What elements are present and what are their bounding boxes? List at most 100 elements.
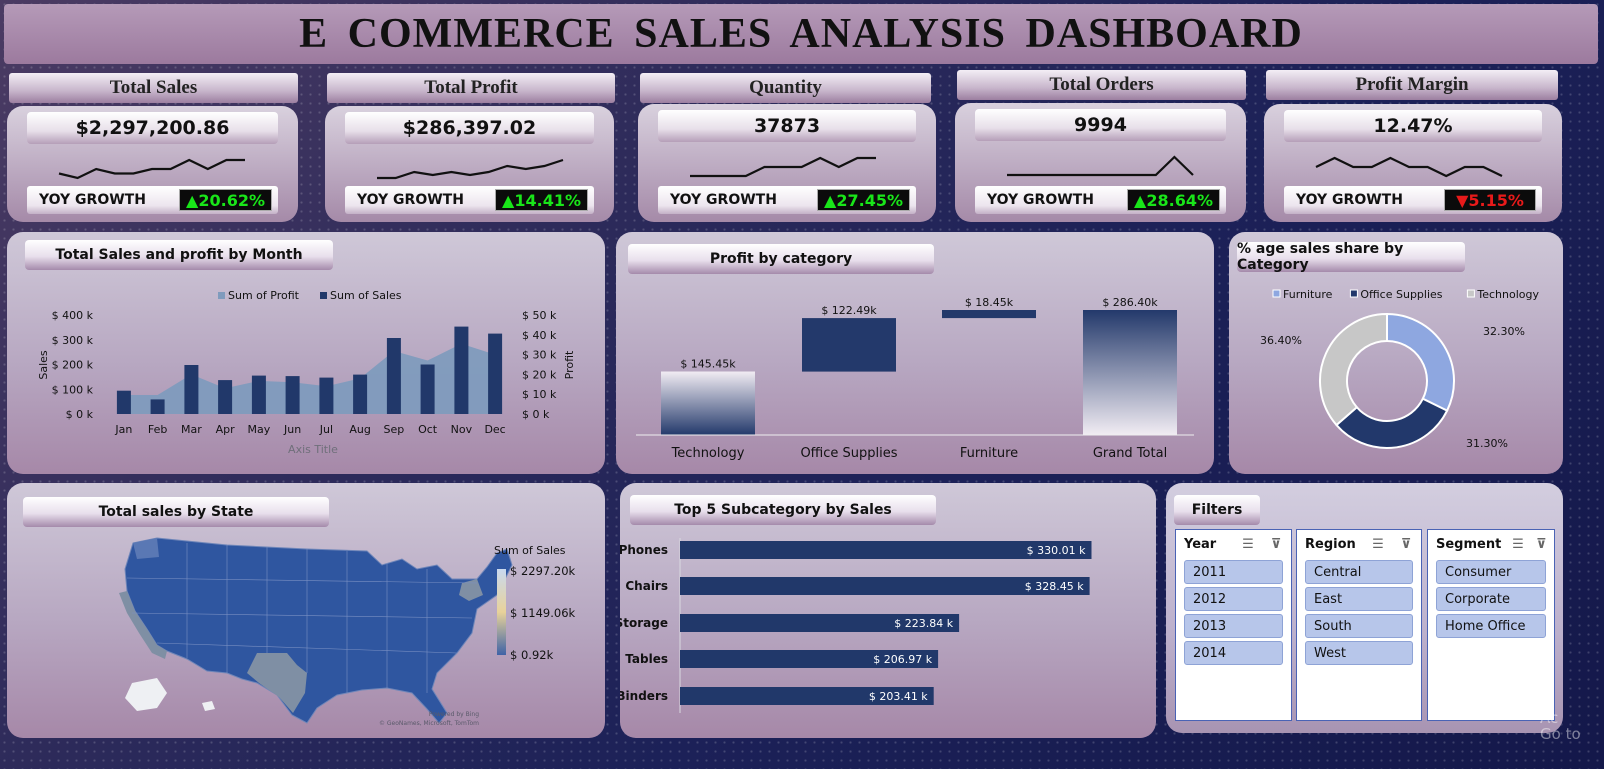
yoy-label: YOY GROWTH xyxy=(39,192,146,208)
clear-filter-icon[interactable]: ⊽ xyxy=(1535,535,1548,553)
slicer-item[interactable]: Corporate xyxy=(1436,587,1546,611)
kpi-value: 12.47% xyxy=(1284,110,1542,142)
waterfall-bar xyxy=(1083,310,1177,435)
us-state-sales-map[interactable]: Sum of Sales $ 2297.20k $ 1149.06k $ 0.9… xyxy=(7,483,605,738)
hbar-category-label: Chairs xyxy=(625,579,668,593)
x-tick-label: Mar xyxy=(181,423,202,436)
map-hawaii xyxy=(202,701,215,711)
sales-share-donut-chart: Furniture Office Supplies Technology 32.30%… xyxy=(1260,288,1539,450)
slicer-item[interactable]: West xyxy=(1305,641,1413,665)
slicer-item[interactable]: 2011 xyxy=(1184,560,1283,584)
multi-select-icon[interactable]: ☰ xyxy=(1511,535,1524,553)
sales-bar xyxy=(184,365,199,414)
sales-bar xyxy=(218,380,233,414)
y2-tick-label: $ 50 k xyxy=(522,309,557,322)
y2-tick-label: $ 20 k xyxy=(522,368,557,381)
x-tick-label: May xyxy=(248,423,271,436)
donut-slice xyxy=(1386,312,1455,413)
map-legend-max: $ 2297.20k xyxy=(510,564,576,578)
hbar-data-label: $ 203.41 k xyxy=(869,690,928,703)
multi-select-icon[interactable]: ☰ xyxy=(1239,535,1257,553)
profit-category-panel: Profit by category $ 145.45k Technology $ … xyxy=(616,232,1214,474)
hbar-category-label: Storage xyxy=(620,616,668,630)
waterfall-data-label: $ 286.40k xyxy=(1102,296,1158,309)
x-tick-label: Dec xyxy=(484,423,505,436)
watermark-line-2: Go to xyxy=(1540,725,1581,743)
kpi-label: Total Profit xyxy=(327,73,615,103)
slicer-item[interactable]: 2014 xyxy=(1184,641,1283,665)
map-alaska xyxy=(125,678,167,711)
slicer-header: Segment ☰ ⊽ xyxy=(1428,530,1554,558)
multi-select-icon[interactable]: ☰ xyxy=(1369,535,1387,553)
waterfall-category-label: Grand Total xyxy=(1093,446,1167,461)
map-credit-bing: Powered by Bing xyxy=(429,711,479,718)
monthly-sales-profit-chart: Sum of Profit Sum of Sales $ 0 k $ 100 k $ 2… xyxy=(37,289,576,456)
slicer-item[interactable]: Central xyxy=(1305,560,1413,584)
sales-share-panel: % age sales share by Category Furniture O… xyxy=(1229,232,1563,474)
slicer-item-list: 2011 2012 2013 2014 xyxy=(1176,558,1291,670)
kpi-label: Total Orders xyxy=(957,70,1246,100)
top-subcategory-panel: Top 5 Subcategory by Sales $ 330.01 k Pho… xyxy=(620,483,1156,738)
x-tick-label: Jun xyxy=(283,423,301,436)
x-tick-label: Jul xyxy=(319,423,333,436)
y-tick-label: $ 300 k xyxy=(52,334,94,347)
kpi-card: $2,297,200.86 YOY GROWTH ▲20.62% xyxy=(7,106,298,222)
sales-bar xyxy=(285,376,300,414)
kpi-label: Quantity xyxy=(640,73,931,103)
y-axis-title: Sales xyxy=(37,350,50,380)
waterfall-category-label: Office Supplies xyxy=(800,446,897,461)
yoy-label: YOY GROWTH xyxy=(670,192,777,208)
kpi-label: Profit Margin xyxy=(1266,70,1558,100)
kpi-sparkline xyxy=(377,158,564,180)
slicer-item[interactable]: Home Office xyxy=(1436,614,1546,638)
dashboard-title: E COMMERCE SALES ANALYSIS DASHBOARD xyxy=(299,11,1303,57)
y-tick-label: $ 400 k xyxy=(52,309,94,322)
slicer-item[interactable]: 2012 xyxy=(1184,587,1283,611)
slicer-item[interactable]: 2013 xyxy=(1184,614,1283,638)
waterfall-data-label: $ 18.45k xyxy=(965,296,1014,309)
x-tick-label: Nov xyxy=(451,423,473,436)
donut-value-label: 36.40% xyxy=(1260,334,1302,347)
clear-filter-icon[interactable]: ⊽ xyxy=(1397,535,1415,553)
slicer-title: Year xyxy=(1184,536,1217,552)
y-tick-label: $ 200 k xyxy=(52,359,94,372)
kpi-sparkline-line xyxy=(690,156,876,178)
map-washington xyxy=(133,538,159,559)
kpi-sparkline xyxy=(58,158,245,180)
hbar-data-label: $ 328.45 k xyxy=(1025,580,1084,593)
slicer-item[interactable]: South xyxy=(1305,614,1413,638)
clear-filter-icon[interactable]: ⊽ xyxy=(1267,535,1285,553)
y-tick-label: $ 0 k xyxy=(66,408,94,421)
kpi-yoy-row: YOY GROWTH ▲27.45% xyxy=(658,186,916,214)
kpi-yoy-row: YOY GROWTH ▲14.41% xyxy=(345,186,594,214)
yoy-value: ▲20.62% xyxy=(179,189,272,211)
dashboard-title-bar: E COMMERCE SALES ANALYSIS DASHBOARD xyxy=(4,4,1598,64)
sales-bar xyxy=(488,333,503,414)
slicer-title: Region xyxy=(1305,536,1356,552)
legend-sales-label: Sum of Sales xyxy=(330,289,402,302)
kpi-sparkline xyxy=(690,156,876,178)
slicer-header: Year ☰ ⊽ xyxy=(1176,530,1291,558)
waterfall-data-label: $ 122.49k xyxy=(821,304,877,317)
hbar-data-label: $ 223.84 k xyxy=(894,617,953,630)
slicer-item[interactable]: East xyxy=(1305,587,1413,611)
sales-bar xyxy=(116,390,131,414)
donut-legend-label: Technology xyxy=(1476,288,1539,301)
y2-tick-label: $ 40 k xyxy=(522,329,557,342)
watermark-line-1: Ac xyxy=(1540,709,1559,727)
kpi-value: 37873 xyxy=(658,110,916,142)
y2-tick-label: $ 0 k xyxy=(522,408,550,421)
x-tick-label: Apr xyxy=(216,423,236,436)
waterfall-data-label: $ 145.45k xyxy=(680,358,736,371)
donut-legend-swatch xyxy=(1466,289,1475,298)
kpi-sparkline xyxy=(1315,156,1503,178)
x-tick-label: Oct xyxy=(418,423,438,436)
donut-legend-swatch xyxy=(1272,289,1281,298)
us-map-shape xyxy=(124,537,513,724)
y-tick-label: $ 100 k xyxy=(52,383,94,396)
hbar-data-label: $ 330.01 k xyxy=(1027,544,1086,557)
slicer-title: Segment xyxy=(1436,536,1502,552)
slicer-item[interactable]: Consumer xyxy=(1436,560,1546,584)
y2-tick-label: $ 30 k xyxy=(522,349,557,362)
kpi-sparkline-line xyxy=(1315,156,1503,178)
